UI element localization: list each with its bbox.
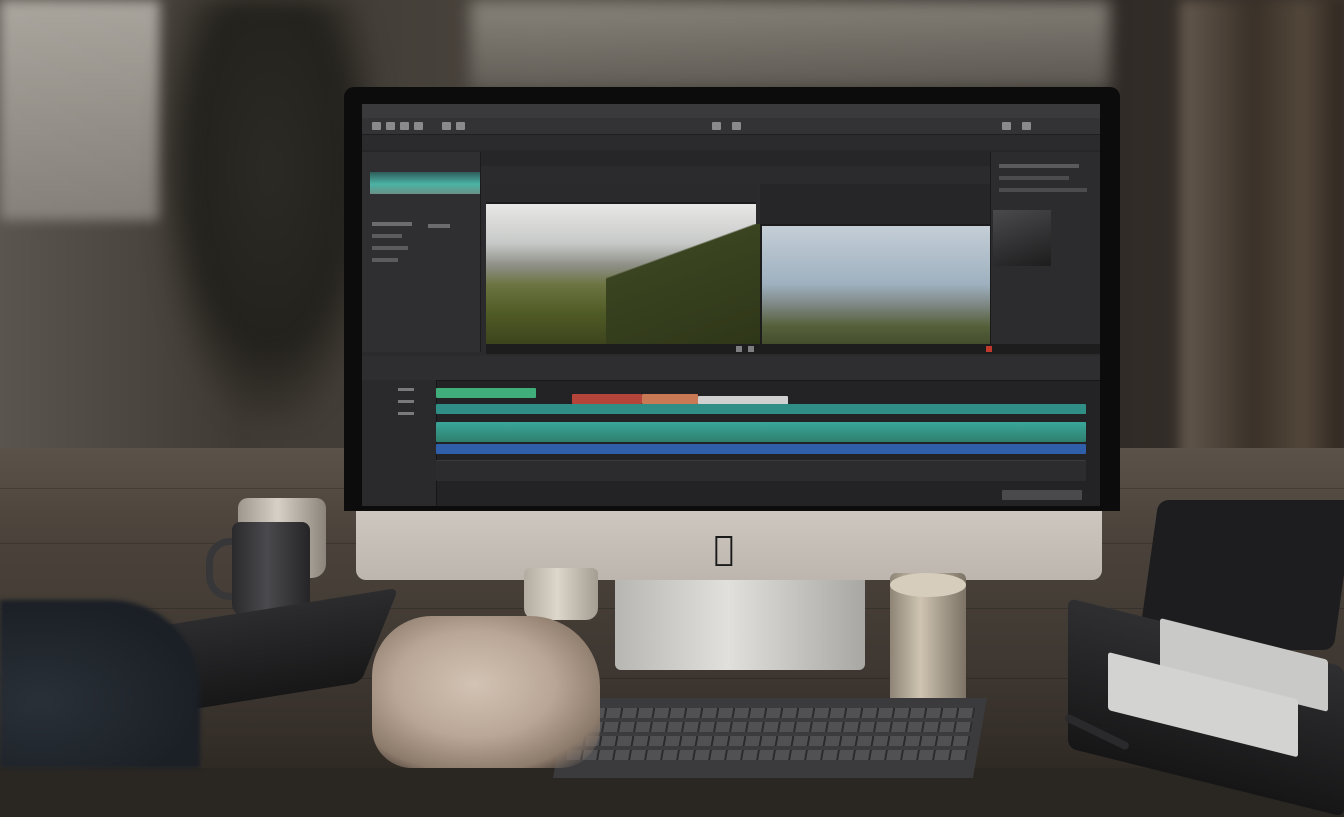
toolbar-icon[interactable] xyxy=(712,122,721,130)
toolbar-icon[interactable] xyxy=(414,122,423,130)
apple-logo-icon:  xyxy=(706,530,742,568)
stop-icon[interactable] xyxy=(748,346,754,352)
toolbar-icon[interactable] xyxy=(732,122,741,130)
timeline-clip[interactable] xyxy=(436,404,1086,414)
media-row[interactable] xyxy=(372,258,398,262)
inspector-row[interactable] xyxy=(999,188,1087,192)
record-icon[interactable] xyxy=(986,346,992,352)
track-header-row[interactable] xyxy=(398,388,414,391)
timeline-clip[interactable] xyxy=(1002,490,1082,500)
toolbar-icon[interactable] xyxy=(400,122,409,130)
toolbar-icon[interactable] xyxy=(456,122,465,130)
toolbar[interactable] xyxy=(362,118,1100,135)
media-row[interactable] xyxy=(372,222,412,226)
inspector-row[interactable] xyxy=(999,176,1069,180)
media-row[interactable] xyxy=(428,224,450,228)
curtain xyxy=(1180,0,1344,520)
mountain-ridge xyxy=(606,224,766,344)
timeline-clip[interactable] xyxy=(436,422,1086,442)
timeline-clip[interactable] xyxy=(436,388,536,398)
inspector-panel[interactable] xyxy=(990,152,1100,352)
transport-controls[interactable] xyxy=(486,344,1100,354)
person-sleeve xyxy=(0,600,200,768)
keyboard xyxy=(552,698,988,778)
timeline-clip[interactable] xyxy=(436,444,1086,454)
media-row[interactable] xyxy=(372,234,402,238)
monitor-stand xyxy=(615,576,865,670)
media-row[interactable] xyxy=(372,246,408,250)
media-panel[interactable] xyxy=(362,152,481,352)
timeline-ruler[interactable] xyxy=(362,356,1100,381)
inspector-thumbnail xyxy=(993,210,1051,266)
viewer-header xyxy=(486,184,756,202)
menu-bar[interactable] xyxy=(362,104,1100,118)
track-header-row[interactable] xyxy=(398,412,414,415)
timeline-clip[interactable] xyxy=(642,394,698,404)
audio-track[interactable] xyxy=(436,460,1086,481)
toolbar-icon[interactable] xyxy=(442,122,451,130)
dark-mug xyxy=(232,522,310,616)
play-icon[interactable] xyxy=(736,346,742,352)
timeline[interactable] xyxy=(362,356,1100,506)
window-center xyxy=(470,0,1110,90)
hand xyxy=(372,616,600,768)
white-cup xyxy=(524,568,598,620)
window-left xyxy=(0,0,160,220)
inspector-row[interactable] xyxy=(999,164,1079,168)
track-headers[interactable] xyxy=(362,380,437,506)
track-header-row[interactable] xyxy=(398,400,414,403)
toolbar-icon[interactable] xyxy=(1002,122,1011,130)
toolbar-icon[interactable] xyxy=(386,122,395,130)
timeline-clip[interactable] xyxy=(572,394,642,404)
toolbar-icon[interactable] xyxy=(372,122,381,130)
source-viewer[interactable] xyxy=(486,184,766,344)
monitor-screen xyxy=(362,104,1100,506)
clip-thumbnail[interactable] xyxy=(370,172,480,194)
cup-lid xyxy=(890,573,966,597)
toolbar-icon[interactable] xyxy=(1022,122,1031,130)
